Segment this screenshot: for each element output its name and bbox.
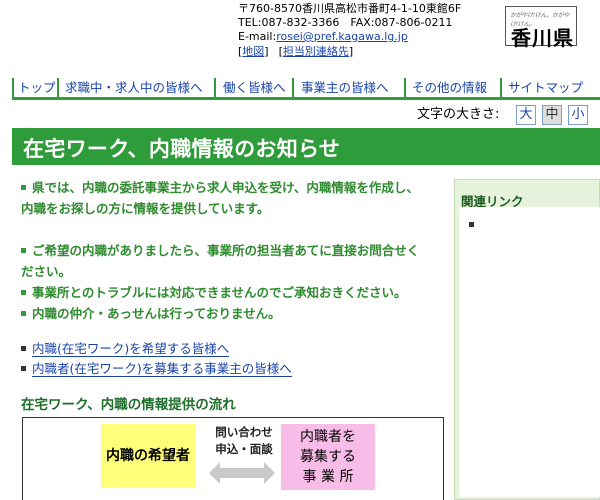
kagawa-logo[interactable]: かがやけ!けん、かがやけ!けん。 香川県 <box>505 6 577 50</box>
job-seeker-info-link[interactable]: 内職(在宅ワーク)を希望する皆様へ <box>32 341 230 357</box>
text-size-label: 文字の大きさ: <box>417 107 500 122</box>
bullet-icon <box>21 248 26 253</box>
nav-workers[interactable]: 働く皆様へ <box>221 78 286 98</box>
flow-diagram: 内職の希望者 問い合わせ 申込・面談 内職者を 募集する 事 業 所 <box>22 417 444 500</box>
email-label: E-mail: <box>238 30 277 43</box>
logo-name: 香川県 <box>511 26 574 50</box>
email-line: E-mail:rosei@pref.kagawa.lg.jp <box>238 30 461 44</box>
main-content: 県では、内職の委託事業主から求人申込を受け、内職情報を作成し、 内職をお探しの方… <box>12 165 450 500</box>
notice-item: 県では、内職の委託事業主から求人申込を受け、内職情報を作成し、 内職をお探しの方… <box>21 180 419 216</box>
double-arrow-icon <box>209 462 275 484</box>
list-item: 内職者(在宅ワーク)を募集する事業主の皆様へ <box>21 360 292 378</box>
nav-employers[interactable]: 事業主の皆様へ <box>299 78 389 98</box>
related-links-sidebar: 関連リンク <box>454 179 600 500</box>
employer-info-link[interactable]: 内職者(在宅ワーク)を募集する事業主の皆様へ <box>32 361 292 377</box>
contacts-link[interactable]: 担当別連絡先 <box>283 45 349 58</box>
related-links-panel <box>459 207 600 497</box>
notice-item: ご希望の内職がありましたら、事業所の担当者あてに直接お問合せく ださい。 <box>21 243 420 279</box>
flow-employer-box: 内職者を 募集する 事 業 所 <box>281 424 375 490</box>
bullet-icon <box>21 366 26 371</box>
notice-item: 内職の仲介・あっせんは行っておりません。 <box>21 303 441 324</box>
page-title: 在宅ワーク、内職情報のお知らせ <box>23 137 341 161</box>
flow-heading: 在宅ワーク、内職の情報提供の流れ <box>21 397 236 413</box>
nav-sitemap[interactable]: サイトマップ <box>506 78 583 98</box>
header-links: [地図] [担当別連絡先] <box>238 45 354 58</box>
text-size-small-button[interactable]: 小 <box>568 105 588 125</box>
phone-fax: TEL:087-832-3366 FAX:087-806-0211 <box>238 16 453 29</box>
bullet-icon <box>21 346 26 351</box>
text-size-medium-button[interactable]: 中 <box>542 105 562 125</box>
nav-job-seekers[interactable]: 求職中・求人中の皆様へ <box>63 78 203 98</box>
list-item: 内職(在宅ワーク)を希望する皆様へ <box>21 340 230 358</box>
global-nav: トップ 求職中・求人中の皆様へ 働く皆様へ 事業主の皆様へ その他の情報 サイト… <box>12 72 600 100</box>
contact-info: 〒760-8570香川県高松市番町4-1-10東館6F TEL:087-832-… <box>238 2 461 59</box>
notice-item: 事業所とのトラブルには対応できませんのでご承知おきください。 <box>21 282 441 303</box>
address: 〒760-8570香川県高松市番町4-1-10東館6F <box>238 2 462 15</box>
flow-applicant-box: 内職の希望者 <box>101 424 195 488</box>
nav-other-info[interactable]: その他の情報 <box>410 78 487 98</box>
map-link[interactable]: 地図 <box>242 45 264 58</box>
bullet-icon <box>21 185 26 190</box>
text-size-large-button[interactable]: 大 <box>516 105 536 125</box>
nav-top[interactable]: トップ <box>16 78 56 98</box>
bullet-icon <box>469 222 474 227</box>
title-bar: 在宅ワーク、内職情報のお知らせ <box>12 128 600 165</box>
bullet-icon <box>21 311 26 316</box>
bullet-icon <box>21 290 26 295</box>
flow-middle-label: 問い合わせ 申込・面談 <box>215 425 273 456</box>
email-link[interactable]: rosei@pref.kagawa.lg.jp <box>276 30 408 43</box>
